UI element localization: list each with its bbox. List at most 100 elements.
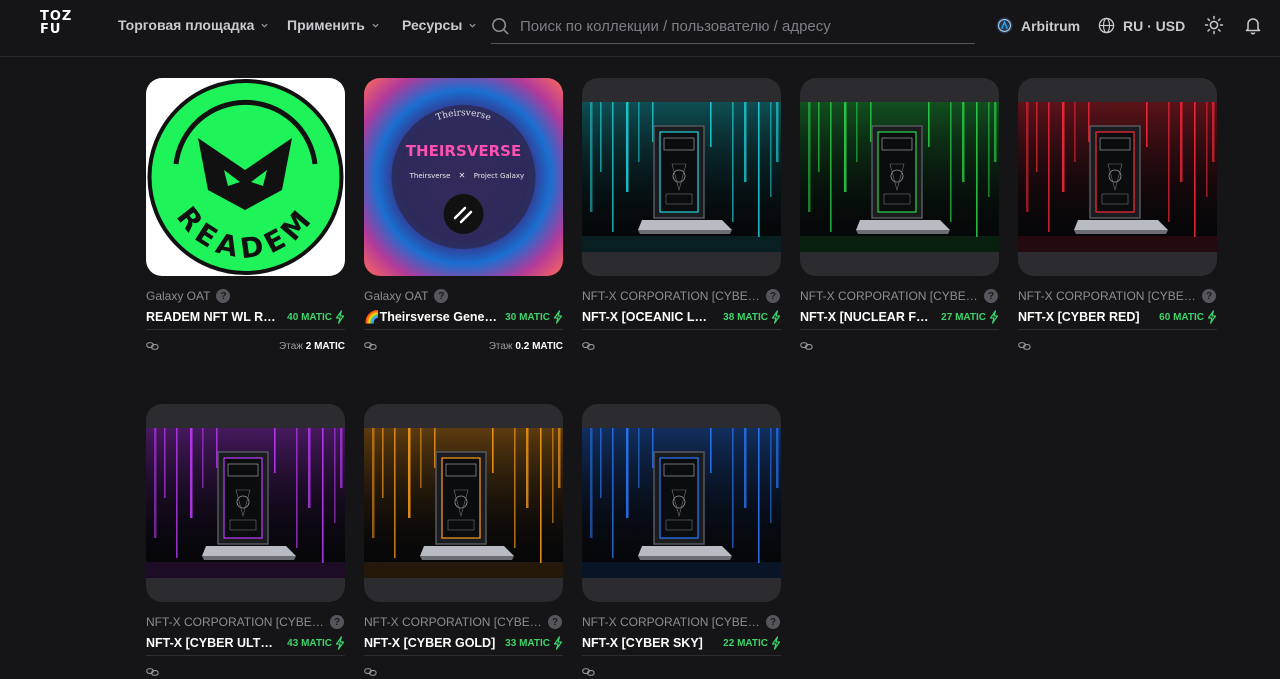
nav-apply[interactable]: Применить [287,17,379,33]
collection-name[interactable]: NFT-X CORPORATION [CYBER D... [800,289,978,303]
help-icon[interactable]: ? [434,289,449,303]
nft-image[interactable]: READEM [146,78,345,276]
nft-name[interactable]: NFT-X [CYBER RED] [1018,310,1140,324]
help-icon[interactable]: ? [330,615,344,629]
name-price-row: NFT-X [CYBER GOLD] 33 MATIC [364,635,563,651]
collection-name[interactable]: Galaxy OAT [146,289,210,303]
name-price-row: NFT-X [NUCLEAR FOG] 27 MATIC [800,309,999,325]
collection-row: Galaxy OAT ? [364,288,563,304]
nft-name[interactable]: NFT-X [CYBER GOLD] [364,636,495,650]
price-value: 40 MATIC [287,311,332,323]
link-icon[interactable] [364,341,377,351]
nft-image[interactable] [582,78,781,276]
nft-card[interactable]: Theirsverse THEIRSVERSE Theirsverse ✕ Pr… [364,78,563,353]
help-icon[interactable]: ? [216,289,231,303]
nft-card[interactable]: NFT-X CORPORATION [CYBER D... ? NFT-X [C… [364,404,563,679]
price-value: 30 MATIC [505,311,550,323]
theme-toggle-sun-icon[interactable] [1204,15,1224,35]
arbitrum-icon [996,17,1013,34]
theirsverse-title: THEIRSVERSE [406,142,521,160]
nft-card[interactable]: NFT-X CORPORATION [CYBER D... ? NFT-X [C… [1018,78,1217,353]
footer-row [146,665,345,679]
nft-name[interactable]: NFT-X [OCEANIC LAG... [582,310,716,324]
nft-card[interactable]: NFT-X CORPORATION [CYBER D... ? NFT-X [C… [582,404,781,679]
nft-name[interactable]: NFT-X [CYBER ULTRA... [146,636,280,650]
footer-row [1018,339,1217,353]
price-tag: 30 MATIC [505,310,563,324]
link-icon[interactable] [364,667,377,677]
globe-icon [1098,17,1115,34]
divider [582,655,781,656]
network-selector[interactable]: Arbitrum [996,17,1080,34]
help-icon[interactable]: ? [766,289,780,303]
name-price-row: NFT-X [CYBER RED] 60 MATIC [1018,309,1217,325]
name-price-row: 🌈Theirsverse Genes... 30 MATIC [364,309,563,325]
collection-name[interactable]: NFT-X CORPORATION [CYBER D... [146,615,324,629]
theirsverse-x: ✕ [459,171,466,180]
nft-name[interactable]: 🌈Theirsverse Genes... [364,310,498,325]
link-icon[interactable] [146,341,159,351]
search-bar [491,10,975,44]
locale-label: RU · USD [1123,17,1186,34]
nav-apply-label: Применить [287,17,365,33]
nft-image[interactable] [146,404,345,602]
help-icon[interactable]: ? [766,615,780,629]
nav-resources-label: Ресурсы [402,17,463,33]
nft-image[interactable] [364,404,563,602]
lightning-icon [335,636,345,650]
help-icon[interactable]: ? [984,289,998,303]
collection-name[interactable]: NFT-X CORPORATION [CYBER D... [364,615,542,629]
nft-card[interactable]: NFT-X CORPORATION [CYBER D... ? NFT-X [N… [800,78,999,353]
notification-bell-icon[interactable] [1243,15,1263,35]
nft-name[interactable]: NFT-X [CYBER SKY] [582,636,703,650]
price-value: 33 MATIC [505,637,550,649]
readem-artwork: READEM [147,79,344,275]
search-input[interactable] [520,18,960,35]
network-label: Arbitrum [1021,17,1081,34]
nft-name[interactable]: READEM NFT WL Rea... [146,310,280,324]
lightning-icon [553,310,563,324]
help-icon[interactable]: ? [548,615,562,629]
collection-name[interactable]: NFT-X CORPORATION [CYBER D... [582,615,760,629]
nft-card[interactable]: NFT-X CORPORATION [CYBER D... ? NFT-X [C… [146,404,345,679]
nft-name[interactable]: NFT-X [NUCLEAR FOG] [800,310,934,324]
price-value: 60 MATIC [1159,311,1204,323]
nft-image[interactable] [582,404,781,602]
top-navigation-bar: TOZ FU Торговая площадка Применить Ресур… [0,0,1280,57]
collection-name[interactable]: NFT-X CORPORATION [CYBER D... [582,289,760,303]
link-icon[interactable] [800,341,813,351]
help-icon[interactable]: ? [1202,289,1216,303]
collection-row: NFT-X CORPORATION [CYBER D... ? [582,288,781,304]
nft-card[interactable]: READEM Galaxy OAT ? READEM NFT WL Rea...… [146,78,345,353]
price-value: 38 MATIC [723,311,768,323]
footer-row: Этаж 2 MATIC [146,339,345,353]
nav-resources[interactable]: Ресурсы [402,17,476,33]
link-icon[interactable] [582,341,595,351]
nft-image[interactable]: Theirsverse THEIRSVERSE Theirsverse ✕ Pr… [364,78,563,276]
link-icon[interactable] [582,667,595,677]
collection-name[interactable]: NFT-X CORPORATION [CYBER D... [1018,289,1196,303]
collection-name[interactable]: Galaxy OAT [364,289,428,303]
price-value: 27 MATIC [941,311,986,323]
divider [1018,329,1217,330]
link-icon[interactable] [146,667,159,677]
nav-marketplace-label: Торговая площадка [118,17,255,33]
divider [364,655,563,656]
nft-image[interactable] [1018,78,1217,276]
lightning-icon [771,310,781,324]
collection-row: NFT-X CORPORATION [CYBER D... ? [800,288,999,304]
lightning-icon [1207,310,1217,324]
footer-row [582,339,781,353]
name-price-row: NFT-X [CYBER SKY] 22 MATIC [582,635,781,651]
footer-row [800,339,999,353]
lightning-icon [771,636,781,650]
floor-price: Этаж 0.2 MATIC [489,341,563,352]
link-icon[interactable] [1018,341,1031,351]
nft-card[interactable]: NFT-X CORPORATION [CYBER D... ? NFT-X [O… [582,78,781,353]
collection-row: NFT-X CORPORATION [CYBER D... ? [1018,288,1217,304]
logo[interactable]: TOZ FU [40,10,74,40]
locale-selector[interactable]: RU · USD [1098,17,1185,34]
price-tag: 22 MATIC [723,636,781,650]
nav-marketplace[interactable]: Торговая площадка [118,17,268,33]
nft-image[interactable] [800,78,999,276]
